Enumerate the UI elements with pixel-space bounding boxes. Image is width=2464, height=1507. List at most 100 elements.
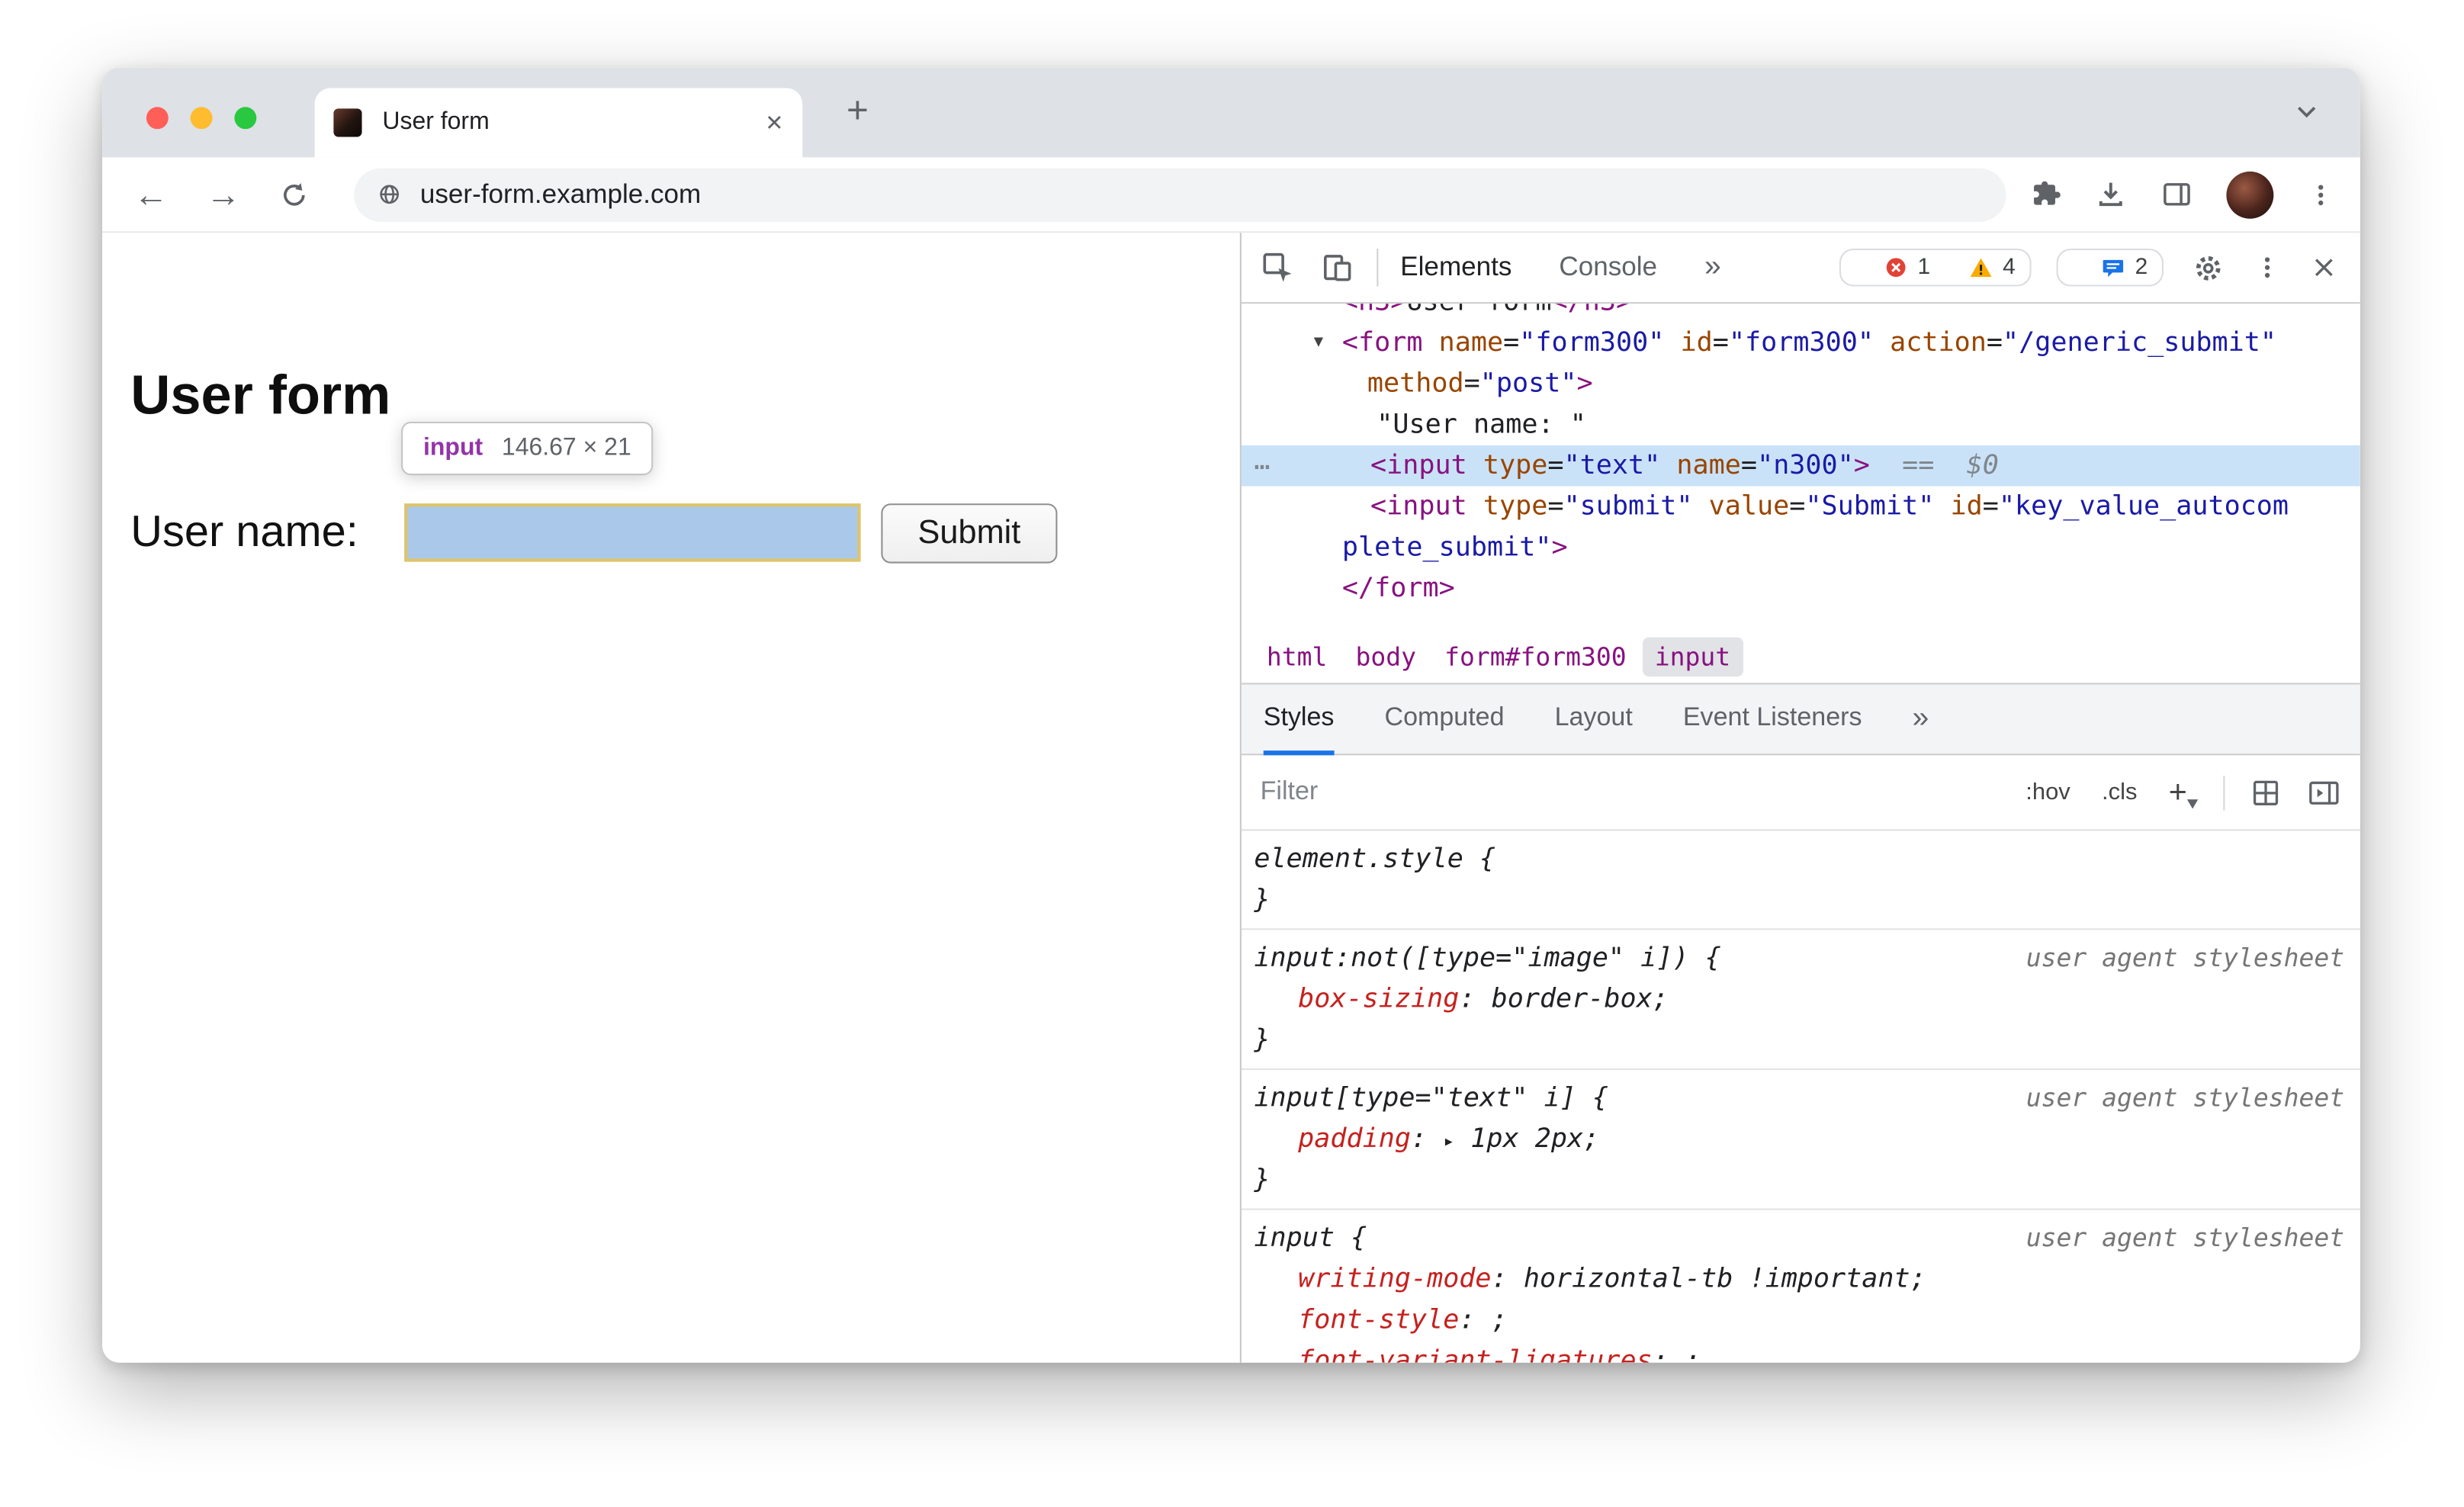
breadcrumb-html[interactable]: html bbox=[1254, 637, 1340, 676]
devtools-menu-kebab-icon[interactable] bbox=[2254, 253, 2282, 281]
back-icon[interactable]: ← bbox=[133, 176, 168, 211]
window-controls bbox=[146, 107, 257, 130]
extensions-puzzle-icon[interactable] bbox=[2028, 178, 2061, 210]
breadcrumb: html body form#form300 input bbox=[1241, 629, 2360, 685]
tab-title: User form bbox=[382, 108, 490, 136]
style-line[interactable]: } bbox=[1254, 879, 2347, 921]
breadcrumb-input[interactable]: input bbox=[1642, 636, 1743, 676]
dom-tree-line[interactable]: </form> bbox=[1242, 568, 2360, 609]
site-info-globe-icon[interactable] bbox=[376, 181, 403, 207]
style-line[interactable]: padding: ▸ 1px 2px; bbox=[1254, 1119, 2347, 1160]
dom-tree-line[interactable]: "User name: " bbox=[1242, 404, 2360, 445]
styles-sidebar-tabs: Styles Computed Layout Event Listeners » bbox=[1241, 683, 2360, 756]
toggle-element-state-button[interactable]: :hov bbox=[2025, 779, 2070, 805]
issues-count: 2 bbox=[2135, 255, 2148, 281]
tab-console[interactable]: Console bbox=[1559, 252, 1657, 283]
style-line[interactable]: input {user agent stylesheet bbox=[1254, 1218, 2347, 1259]
element-classes-button[interactable]: .cls bbox=[2102, 779, 2137, 805]
error-icon bbox=[1883, 255, 1908, 280]
username-label: User name: bbox=[130, 506, 358, 556]
tab-search-chevron-icon[interactable] bbox=[2291, 96, 2322, 127]
download-icon[interactable] bbox=[2094, 178, 2127, 210]
devtools-toolbar: Elements Console » 1 4 2 bbox=[1241, 233, 2360, 304]
style-line[interactable]: font-variant-ligatures: ; bbox=[1254, 1341, 2347, 1363]
browser-tab[interactable]: User form ✕ bbox=[314, 88, 803, 158]
devtools-toolbar-right: 1 4 2 bbox=[1839, 248, 2338, 287]
web-page: User form input 146.67 × 21 User name: S… bbox=[102, 233, 1240, 1363]
forward-icon[interactable]: → bbox=[206, 176, 240, 211]
style-line[interactable]: } bbox=[1254, 1160, 2347, 1201]
dom-tree-line[interactable]: ▼ <form name="form300" id="form300" actio… bbox=[1242, 323, 2360, 364]
rendering-grid-icon[interactable] bbox=[2250, 776, 2281, 808]
side-panel-icon[interactable] bbox=[2160, 178, 2193, 210]
url-text[interactable]: user-form.example.com bbox=[420, 178, 701, 210]
dom-tree-line[interactable]: <h3>User form</h3> bbox=[1242, 304, 2360, 323]
tab-layout[interactable]: Layout bbox=[1555, 683, 1633, 754]
style-line[interactable]: writing-mode: horizontal-tb !important; bbox=[1254, 1259, 2347, 1300]
node-more-actions-icon[interactable]: … bbox=[1254, 441, 1271, 482]
dom-tree-line-selected[interactable]: … <input type="text" name="n300"> == $0 bbox=[1241, 445, 2360, 487]
more-panels-chevron[interactable]: » bbox=[1704, 250, 1721, 284]
dom-tree: <h3>User form</h3>▼<form name="form300" … bbox=[1241, 304, 2360, 629]
style-rule: input {user agent stylesheet writing-mode… bbox=[1242, 1210, 2360, 1363]
toolbar-divider bbox=[1377, 248, 1379, 287]
issues-badge[interactable]: 2 bbox=[2056, 248, 2164, 287]
page-title: User form bbox=[130, 365, 391, 427]
new-tab-button[interactable]: + bbox=[846, 90, 869, 134]
new-rule-caret-icon bbox=[2186, 798, 2199, 808]
browser-menu-kebab-icon[interactable] bbox=[2307, 180, 2335, 208]
error-count: 1 bbox=[1917, 255, 1931, 281]
dom-tree-line[interactable]: plete_submit"> bbox=[1242, 527, 2360, 568]
warning-icon bbox=[1968, 255, 1993, 280]
warning-count: 4 bbox=[2003, 255, 2016, 281]
username-input[interactable] bbox=[404, 503, 861, 562]
styles-filter-bar: :hov .cls + bbox=[1241, 755, 2360, 831]
devtools-panel: Elements Console » 1 4 2 ▼ <form name="f… bbox=[1239, 233, 2360, 1363]
stylesheet-origin-label: user agent stylesheet bbox=[2025, 1082, 2345, 1113]
style-line[interactable]: box-sizing: border-box; bbox=[1254, 978, 2347, 1020]
style-line[interactable]: element.style { bbox=[1254, 839, 2347, 880]
stylesheet-origin-label: user agent stylesheet bbox=[2025, 1223, 2345, 1253]
dom-tree-line[interactable]: method="post"> bbox=[1242, 364, 2360, 405]
styles-pane: element.style {} input:not([type="image" … bbox=[1241, 831, 2360, 1363]
tab-event-listeners[interactable]: Event Listeners bbox=[1683, 683, 1862, 754]
stylesheet-origin-label: user agent stylesheet bbox=[2025, 942, 2345, 973]
browser-toolbar: ← → user-form.example.com bbox=[102, 157, 2360, 233]
style-rule: input:not([type="image" i]) {user agent … bbox=[1241, 930, 2360, 1070]
settings-gear-icon[interactable] bbox=[2192, 251, 2225, 284]
style-line[interactable]: } bbox=[1254, 1020, 2347, 1061]
dom-tree-line[interactable]: <input type="submit" value="Submit" id="… bbox=[1242, 487, 2360, 528]
console-errors-warnings-badge[interactable]: 1 4 bbox=[1839, 248, 2032, 287]
profile-avatar[interactable] bbox=[2226, 170, 2274, 218]
styles-filter-input[interactable] bbox=[1260, 777, 1995, 808]
more-sidebar-tabs-chevron[interactable]: » bbox=[1913, 702, 1929, 736]
toggle-computed-sidebar-icon[interactable] bbox=[2307, 776, 2341, 808]
tab-styles[interactable]: Styles bbox=[1263, 683, 1335, 755]
expand-arrow-icon[interactable]: ▼ bbox=[1314, 323, 1323, 364]
devtools-close-icon[interactable] bbox=[2310, 253, 2338, 281]
tab-elements[interactable]: Elements bbox=[1400, 252, 1511, 283]
address-bar[interactable]: user-form.example.com bbox=[354, 167, 2006, 221]
inspect-element-icon[interactable] bbox=[1261, 250, 1295, 284]
minimize-window-button[interactable] bbox=[190, 107, 213, 130]
style-line[interactable]: input[type="text" i] {user agent stylesh… bbox=[1254, 1078, 2347, 1119]
new-style-rule-button[interactable]: + bbox=[2169, 776, 2199, 808]
tab-computed[interactable]: Computed bbox=[1384, 683, 1504, 754]
reload-icon[interactable] bbox=[278, 178, 310, 210]
device-toolbar-icon[interactable] bbox=[1320, 250, 1354, 284]
browser-window: User form ✕ + ← → user-form.example.com bbox=[102, 67, 2360, 1363]
style-line[interactable]: input:not([type="image" i]) {user agent … bbox=[1254, 938, 2347, 979]
tab-strip: User form ✕ + bbox=[102, 67, 2360, 158]
screen: User form ✕ + ← → user-form.example.com bbox=[0, 0, 2464, 1507]
submit-button[interactable]: Submit bbox=[881, 503, 1058, 564]
close-window-button[interactable] bbox=[146, 107, 169, 130]
tooltip-tag-name: input bbox=[423, 434, 483, 461]
inspect-tooltip: input 146.67 × 21 bbox=[401, 421, 654, 476]
filter-divider bbox=[2223, 775, 2225, 810]
tab-close-icon[interactable]: ✕ bbox=[765, 109, 783, 136]
zoom-window-button[interactable] bbox=[234, 107, 257, 130]
breadcrumb-form[interactable]: form#form300 bbox=[1432, 637, 1640, 676]
style-rule: input[type="text" i] {user agent stylesh… bbox=[1241, 1070, 2360, 1210]
style-line[interactable]: font-style: ; bbox=[1254, 1300, 2347, 1341]
breadcrumb-body[interactable]: body bbox=[1343, 637, 1429, 676]
